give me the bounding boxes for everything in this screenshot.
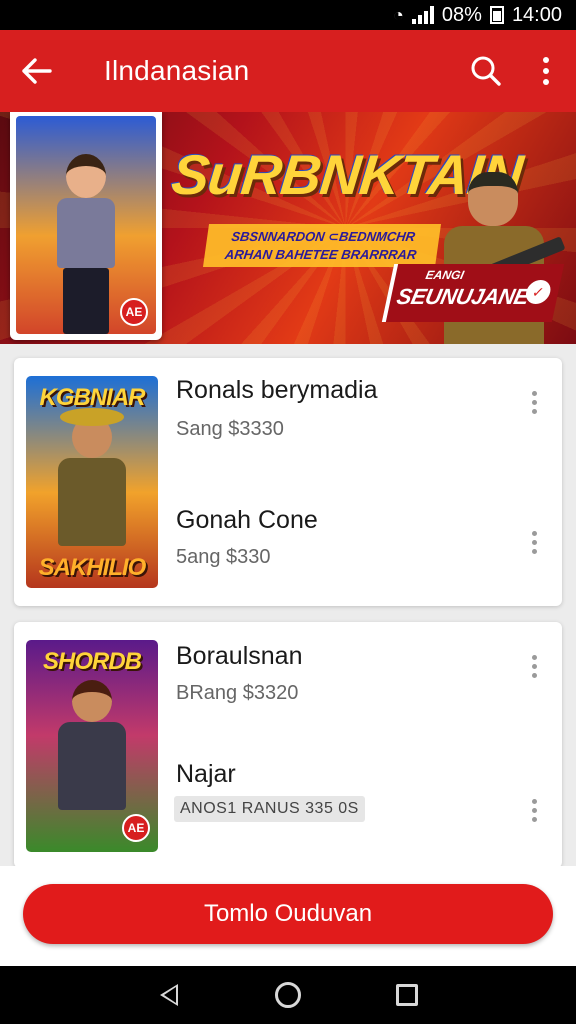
back-button[interactable]: [0, 30, 74, 112]
game-thumbnail[interactable]: SHORDB AE: [26, 640, 158, 852]
item-overflow-button[interactable]: [524, 650, 544, 682]
thumbnail-title: SHORDB: [42, 648, 142, 675]
cowboy-character-image: [54, 408, 130, 546]
wifi-icon: ◔: [393, 4, 404, 25]
list-item-title[interactable]: Ronals berymadia: [176, 376, 378, 405]
warrior-character-image: [54, 680, 130, 810]
age-rating-badge: AE: [120, 298, 148, 326]
hero-character-image: [51, 154, 121, 334]
banner-tag-big: SEUNUJANE: [394, 284, 532, 309]
nav-recents-button[interactable]: [387, 975, 427, 1015]
banner-subtitle: SBSNNARDON ⊂BEDNMCHR ARHAN BAHETEE BRARR…: [202, 224, 442, 268]
system-nav-bar: [0, 966, 576, 1024]
primary-action-button[interactable]: Tomlo Ouduvan: [23, 884, 553, 944]
banner-card-art: AE: [16, 116, 156, 334]
nav-back-button[interactable]: [149, 975, 189, 1015]
banner-game-card[interactable]: AE: [10, 112, 162, 340]
overflow-menu-button[interactable]: [516, 30, 576, 112]
search-button[interactable]: [456, 30, 516, 112]
banner-tag-small: EANGI: [424, 268, 466, 282]
age-rating-badge: AE: [122, 814, 150, 842]
nav-home-button[interactable]: [268, 975, 308, 1015]
status-bar: ◔ 08% 14:00: [0, 0, 576, 30]
circle-home-icon: [274, 982, 301, 1008]
list-item-title[interactable]: Najar: [176, 760, 236, 789]
game-card[interactable]: SHORDB AE Boraulsnan BRang $3320 Najar A…: [14, 622, 562, 868]
battery-percent: 08%: [441, 3, 482, 26]
item-overflow-button[interactable]: [524, 386, 544, 418]
list-item-title[interactable]: Gonah Cone: [176, 506, 318, 535]
arrow-left-icon: [22, 58, 52, 84]
banner-tag: EANGI SEUNUJANE ✓: [381, 264, 565, 322]
signal-icon: [411, 6, 434, 24]
battery-icon: [489, 6, 504, 24]
thumbnail-logo: SAKHILIO: [38, 554, 147, 581]
list-item-subtitle: Sang $3330: [176, 418, 284, 440]
app-bar: Ilndanasian: [0, 30, 576, 112]
item-overflow-button[interactable]: [524, 794, 544, 826]
list-item-title[interactable]: Boraulsnan: [176, 642, 302, 671]
square-recents-icon: [395, 984, 418, 1006]
clock: 14:00: [511, 3, 562, 26]
triangle-back-icon: [160, 984, 179, 1006]
bottom-action-area: Tomlo Ouduvan: [0, 866, 576, 966]
more-vertical-icon: [543, 57, 549, 85]
list-item-subtitle: BRang $3320: [176, 682, 299, 704]
list-item-chip: ANOS1 RANUS 335 0S: [174, 796, 365, 822]
item-overflow-button[interactable]: [524, 526, 544, 558]
promo-banner[interactable]: AE SuRBNKTAIN SBSNNARDON ⊂BEDNMCHR ARHAN…: [0, 112, 576, 344]
game-card[interactable]: KGBNIAR SAKHILIO Ronals berymadia Sang $…: [14, 358, 562, 606]
list-item-subtitle: 5ang $330: [176, 546, 271, 568]
search-icon: [471, 56, 501, 86]
game-thumbnail[interactable]: KGBNIAR SAKHILIO: [26, 376, 158, 588]
page-title: Ilndanasian: [104, 55, 250, 86]
